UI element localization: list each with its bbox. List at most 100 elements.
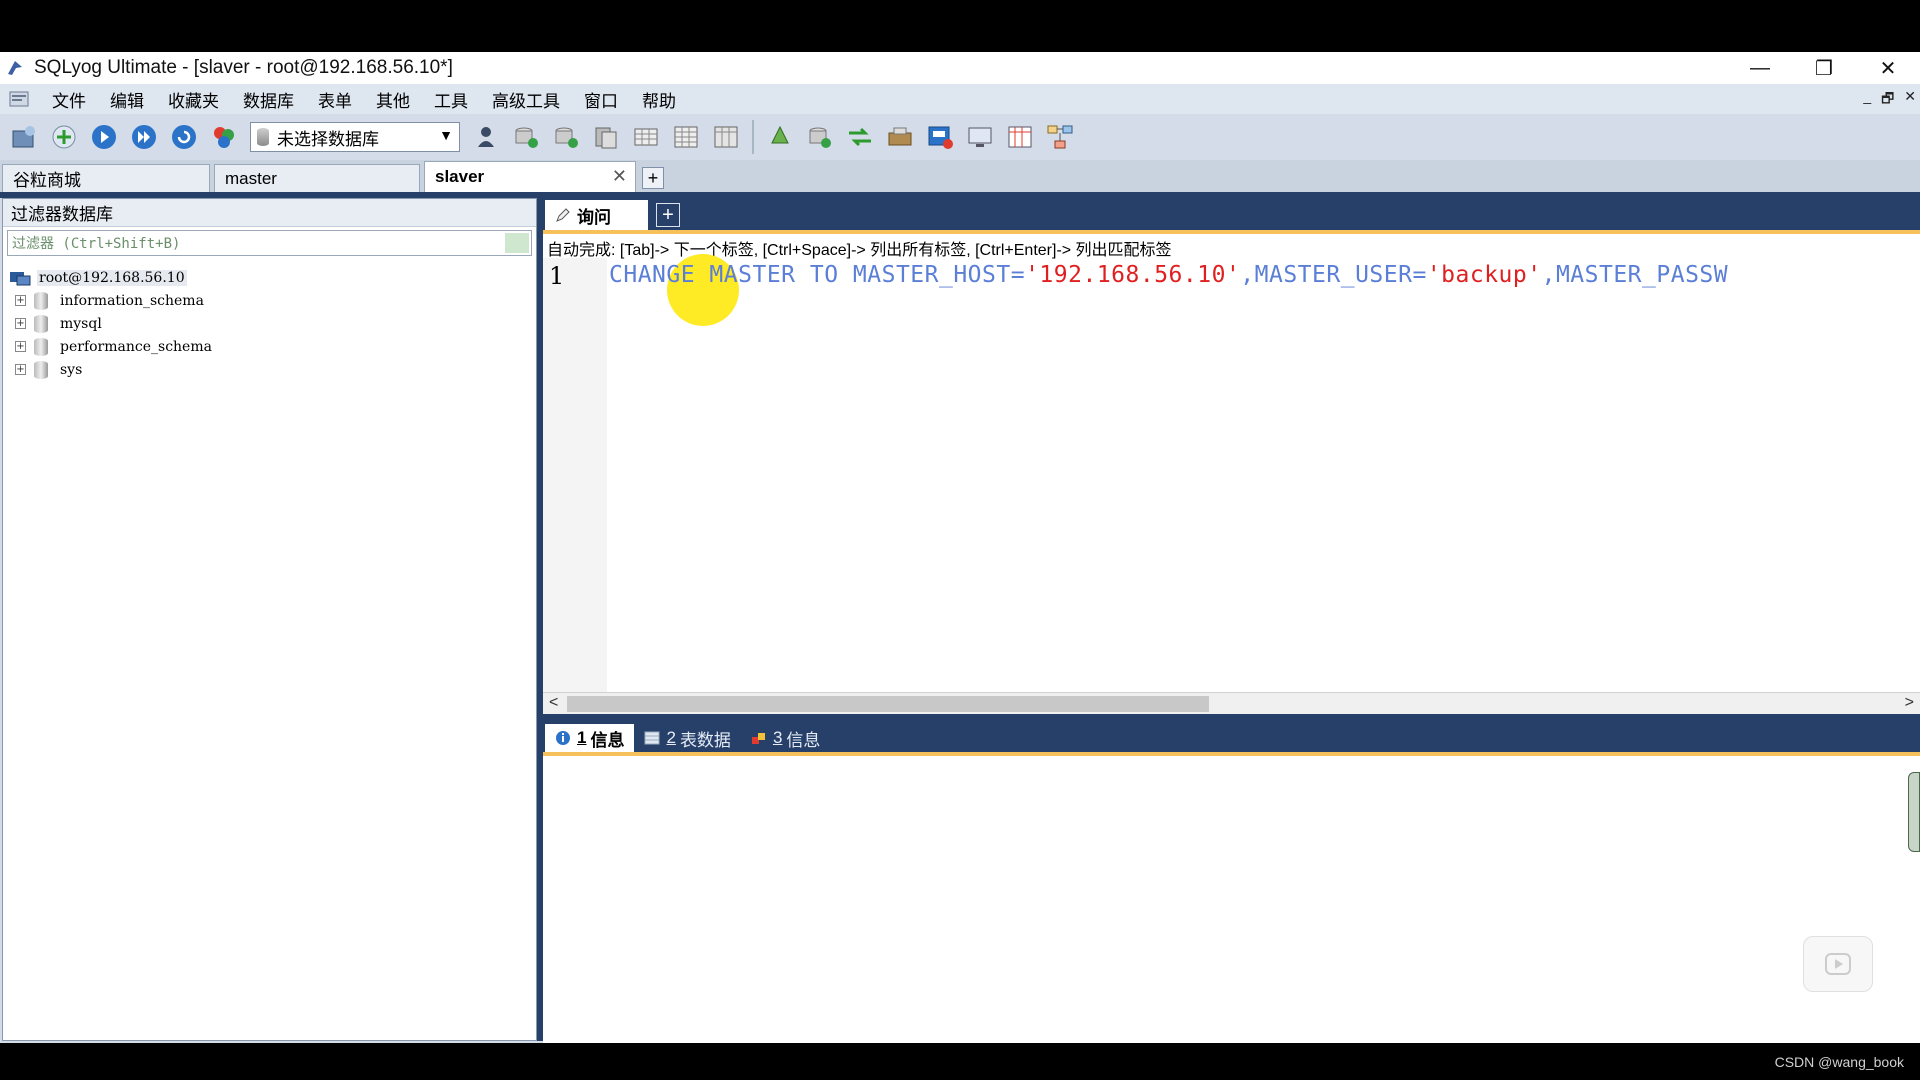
server-icon	[10, 271, 31, 285]
menu-window[interactable]: 窗口	[572, 87, 630, 112]
database-tree: root@192.168.56.10 + information_schema …	[3, 266, 536, 381]
execute-all-icon[interactable]	[124, 118, 164, 156]
scroll-thumb[interactable]	[567, 696, 1209, 712]
menu-advanced-tools[interactable]: 高级工具	[480, 87, 572, 112]
line-number: 1	[549, 262, 565, 290]
table-icon[interactable]	[626, 118, 666, 156]
scroll-left-icon[interactable]: <	[549, 694, 558, 712]
add-icon[interactable]	[44, 118, 84, 156]
db-sync-icon[interactable]	[800, 118, 840, 156]
sql-string-host: '192.168.56.10'	[1025, 262, 1241, 288]
connection-tab-label: slaver	[435, 167, 485, 186]
query-tab-label: 询问	[577, 207, 611, 227]
connection-tab-slaver[interactable]: slaver ✕	[424, 161, 636, 192]
sql-string-user: 'backup'	[1426, 262, 1542, 288]
menu-favorites[interactable]: 收藏夹	[156, 87, 231, 112]
add-table-icon[interactable]	[546, 118, 586, 156]
result-tab-number: 2	[666, 728, 676, 747]
side-scroll-handle[interactable]	[1908, 772, 1920, 852]
refresh-icon[interactable]	[164, 118, 204, 156]
grid2-icon[interactable]	[706, 118, 746, 156]
sqlyog-dolphin-icon	[4, 57, 26, 79]
horizontal-splitter[interactable]	[543, 714, 1920, 722]
tree-item-performance-schema[interactable]: + performance_schema	[3, 335, 536, 358]
import-icon[interactable]	[880, 118, 920, 156]
horizontal-scrollbar[interactable]: < >	[543, 692, 1920, 714]
restore-button[interactable]: ❐	[1792, 52, 1856, 84]
system-menu-icon[interactable]	[6, 88, 32, 110]
mdi-minimize-button[interactable]: _	[1863, 88, 1871, 112]
execute-icon[interactable]	[84, 118, 124, 156]
tree-item-information-schema[interactable]: + information_schema	[3, 289, 536, 312]
result-tab-number: 3	[772, 728, 783, 747]
db-copy-icon[interactable]	[586, 118, 626, 156]
minimize-button[interactable]: —	[1728, 52, 1792, 84]
toolbar: 未选择数据库 ▼	[0, 114, 1920, 160]
user-icon[interactable]	[466, 118, 506, 156]
table-data-icon	[644, 731, 660, 745]
backup-icon[interactable]	[920, 118, 960, 156]
filter-color-swatch	[505, 233, 529, 253]
database-label: sys	[60, 361, 83, 378]
expand-icon[interactable]: +	[15, 295, 26, 306]
menu-edit[interactable]: 编辑	[98, 87, 156, 112]
transfer-icon[interactable]	[840, 118, 880, 156]
scroll-right-icon[interactable]: >	[1905, 694, 1914, 712]
database-selector[interactable]: 未选择数据库 ▼	[250, 122, 460, 152]
connection-tab-label: master	[225, 168, 277, 188]
result-tab-messages[interactable]: 1 信息	[545, 724, 635, 752]
database-icon	[34, 314, 48, 333]
filter-input[interactable]: 过滤器 (Ctrl+Shift+B)	[7, 230, 532, 256]
query-tab[interactable]: 询问	[545, 200, 648, 230]
chevron-down-icon: ▼	[439, 127, 453, 143]
database-icon	[34, 337, 48, 356]
new-connection-icon[interactable]	[4, 118, 44, 156]
tree-root-server[interactable]: root@192.168.56.10	[3, 266, 536, 289]
sql-code-line[interactable]: CHANGE MASTER TO MASTER_HOST='192.168.56…	[609, 262, 1728, 288]
object-browser-title: 过滤器数据库	[3, 199, 536, 227]
mdi-close-button[interactable]: ✕	[1904, 88, 1916, 112]
window-title: SQLyog Ultimate - [slaver - root@192.168…	[34, 57, 453, 78]
result-tab-label: 表数据	[679, 730, 731, 750]
watermark: CSDN @wang_book	[1774, 1054, 1904, 1070]
sql-keywords: CHANGE MASTER TO MASTER_HOST=	[609, 262, 1026, 288]
menu-file[interactable]: 文件	[40, 87, 98, 112]
result-tab-info[interactable]: 3 信息	[741, 724, 830, 752]
query-editor[interactable]: 自动完成: [Tab]-> 下一个标签, [Ctrl+Space]-> 列出所有…	[543, 234, 1920, 692]
sync-icon[interactable]	[760, 118, 800, 156]
connection-tab-master[interactable]: master	[214, 164, 420, 192]
report-icon[interactable]	[1000, 118, 1040, 156]
menu-database[interactable]: 数据库	[231, 87, 306, 112]
info-icon	[556, 731, 570, 745]
database-label: mysql	[60, 315, 102, 332]
query-tab-strip: 询问 +	[543, 198, 1920, 230]
menu-tools[interactable]: 工具	[422, 87, 480, 112]
connection-tab-guli[interactable]: 谷粒商城	[2, 164, 210, 192]
mdi-restore-button[interactable]: 🗗	[1881, 88, 1894, 112]
connection-tab-strip: 谷粒商城 master slaver ✕ +	[0, 160, 1920, 192]
menu-other[interactable]: 其他	[364, 87, 422, 112]
schema-icon[interactable]	[204, 118, 244, 156]
new-query-tab-button[interactable]: +	[656, 203, 680, 227]
expand-icon[interactable]: +	[15, 318, 26, 329]
results-pane	[543, 756, 1920, 1043]
close-button[interactable]: ✕	[1856, 52, 1920, 84]
menu-help[interactable]: 帮助	[630, 87, 688, 112]
add-db-icon[interactable]	[506, 118, 546, 156]
schema-designer-icon[interactable]	[1040, 118, 1080, 156]
close-tab-icon[interactable]: ✕	[612, 166, 627, 187]
filter-placeholder: 过滤器 (Ctrl+Shift+B)	[12, 236, 181, 252]
grid-icon[interactable]	[666, 118, 706, 156]
play-icon[interactable]	[1803, 936, 1873, 992]
result-tab-label: 信息	[590, 730, 625, 750]
toolbar-separator	[752, 120, 754, 154]
result-tab-table-data[interactable]: 2 表数据	[634, 724, 740, 752]
line-number-gutter	[543, 258, 607, 692]
expand-icon[interactable]: +	[15, 341, 26, 352]
tree-item-mysql[interactable]: + mysql	[3, 312, 536, 335]
monitor-icon[interactable]	[960, 118, 1000, 156]
new-connection-tab-button[interactable]: +	[642, 167, 664, 189]
tree-item-sys[interactable]: + sys	[3, 358, 536, 381]
expand-icon[interactable]: +	[15, 364, 26, 375]
menu-table[interactable]: 表单	[306, 87, 364, 112]
